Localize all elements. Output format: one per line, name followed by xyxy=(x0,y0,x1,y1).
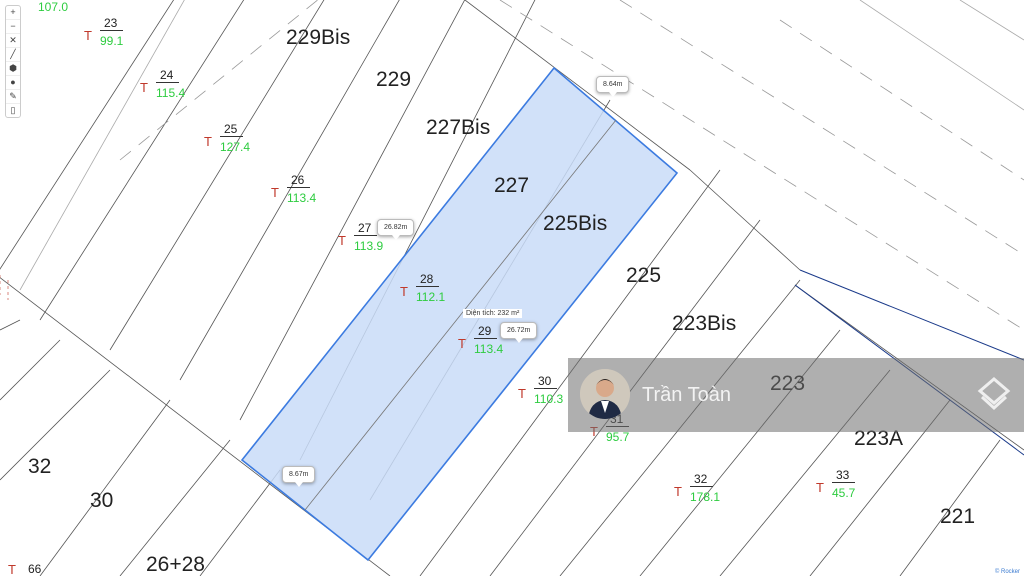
parcel-elevation: 113.4 xyxy=(474,342,504,356)
parcel-number: 28 xyxy=(416,272,440,287)
highlighted-lot[interactable] xyxy=(240,66,679,562)
parcel-number: 25 xyxy=(220,122,244,137)
parcel-label[interactable]: T 33 45.7 xyxy=(816,468,876,504)
parcel-prefix: T xyxy=(84,28,92,43)
area-label: Diện tích: 232 m² xyxy=(463,309,523,318)
parcel-number: 33 xyxy=(832,468,856,483)
parcel-prefix: T xyxy=(204,134,212,149)
parcel-prefix: T xyxy=(271,185,279,200)
measure-left-edge: 26.82m xyxy=(377,219,415,240)
parcel-number: 24 xyxy=(156,68,180,83)
parcel-elevation: 112.1 xyxy=(416,290,446,304)
street-number: 227 xyxy=(494,174,530,197)
parcel-elevation: 95.7 xyxy=(606,430,630,444)
street-number: 26+28 xyxy=(146,553,205,576)
parcel-elevation: 45.7 xyxy=(832,486,856,500)
parcel-label[interactable]: T 107.0 xyxy=(22,0,82,18)
street-number: 221 xyxy=(940,505,976,528)
measure-top-edge: 8.64m xyxy=(596,76,630,97)
street-number: 30 xyxy=(90,489,114,512)
parcel-label[interactable]: T 24 115.4 xyxy=(140,68,200,104)
measure-right-edge: 26.72m xyxy=(500,322,538,343)
parcel-label[interactable]: T 23 99.1 xyxy=(84,16,144,52)
map-toolbar: + − ✕ ╱ ⬢ ● ✎ ▯ xyxy=(5,5,21,118)
parcel-number: 23 xyxy=(100,16,124,31)
delete-icon[interactable]: ▯ xyxy=(6,104,20,117)
parcel-elevation: 127.4 xyxy=(220,140,251,154)
street-number: 225 xyxy=(626,264,662,287)
parcel-prefix: T xyxy=(518,386,526,401)
map-credit[interactable]: © Rocker xyxy=(995,569,1020,575)
fullscreen-icon[interactable]: ✕ xyxy=(6,34,20,48)
zoom-out-icon[interactable]: − xyxy=(6,20,20,34)
avatar xyxy=(580,369,630,419)
measure-bottom-edge: 8.67m xyxy=(282,466,316,487)
parcel-prefix: T xyxy=(8,562,16,577)
parcel-elevation: 178.1 xyxy=(690,490,721,504)
zoom-in-icon[interactable]: + xyxy=(6,6,20,20)
parcel-number: 27 xyxy=(354,221,378,236)
parcel-number: 30 xyxy=(534,374,558,389)
parcel-number: 32 xyxy=(690,472,714,487)
parcel-prefix: T xyxy=(338,233,346,248)
draw-line-icon[interactable]: ╱ xyxy=(6,48,20,62)
parcel-label[interactable]: T 66 xyxy=(8,562,68,577)
parcel-prefix: T xyxy=(400,284,408,299)
parcel-elevation: 107.0 xyxy=(38,0,69,14)
lot-divider xyxy=(304,119,617,511)
edit-icon[interactable]: ✎ xyxy=(6,90,20,104)
draw-polygon-icon[interactable]: ⬢ xyxy=(6,62,20,76)
parcel-number: 66 xyxy=(28,562,42,576)
street-number: 229Bis xyxy=(286,26,351,49)
parcel-prefix: T xyxy=(140,80,148,95)
street-number: 229 xyxy=(376,68,412,91)
street-number: 225Bis xyxy=(543,212,608,235)
parcel-label[interactable]: T 25 127.4 xyxy=(204,122,264,158)
marker-icon[interactable]: ● xyxy=(6,76,20,90)
parcel-prefix: T xyxy=(816,480,824,495)
parcel-elevation: 113.9 xyxy=(354,239,384,253)
parcel-number: 29 xyxy=(474,324,498,339)
parcel-prefix: T xyxy=(674,484,682,499)
street-number: 227Bis xyxy=(426,116,491,139)
parcel-label[interactable]: T 28 112.1 xyxy=(400,272,460,308)
parcel-label[interactable]: T 32 178.1 xyxy=(674,472,734,508)
parcel-elevation: 115.4 xyxy=(156,86,186,100)
parcel-elevation: 113.4 xyxy=(287,191,317,205)
parcel-elevation: 99.1 xyxy=(100,34,124,48)
street-number: 32 xyxy=(28,455,52,478)
parcel-elevation: 110.3 xyxy=(534,392,564,406)
watermark-logo-icon xyxy=(977,377,1011,411)
parcel-label[interactable]: T 26 113.4 xyxy=(271,173,331,209)
watermark-name: Trần Toàn xyxy=(642,384,731,406)
parcel-number: 26 xyxy=(287,173,311,188)
street-number: 223Bis xyxy=(672,312,737,335)
parcel-prefix: T xyxy=(458,336,466,351)
watermark-banner: Trần Toàn xyxy=(568,358,1024,432)
